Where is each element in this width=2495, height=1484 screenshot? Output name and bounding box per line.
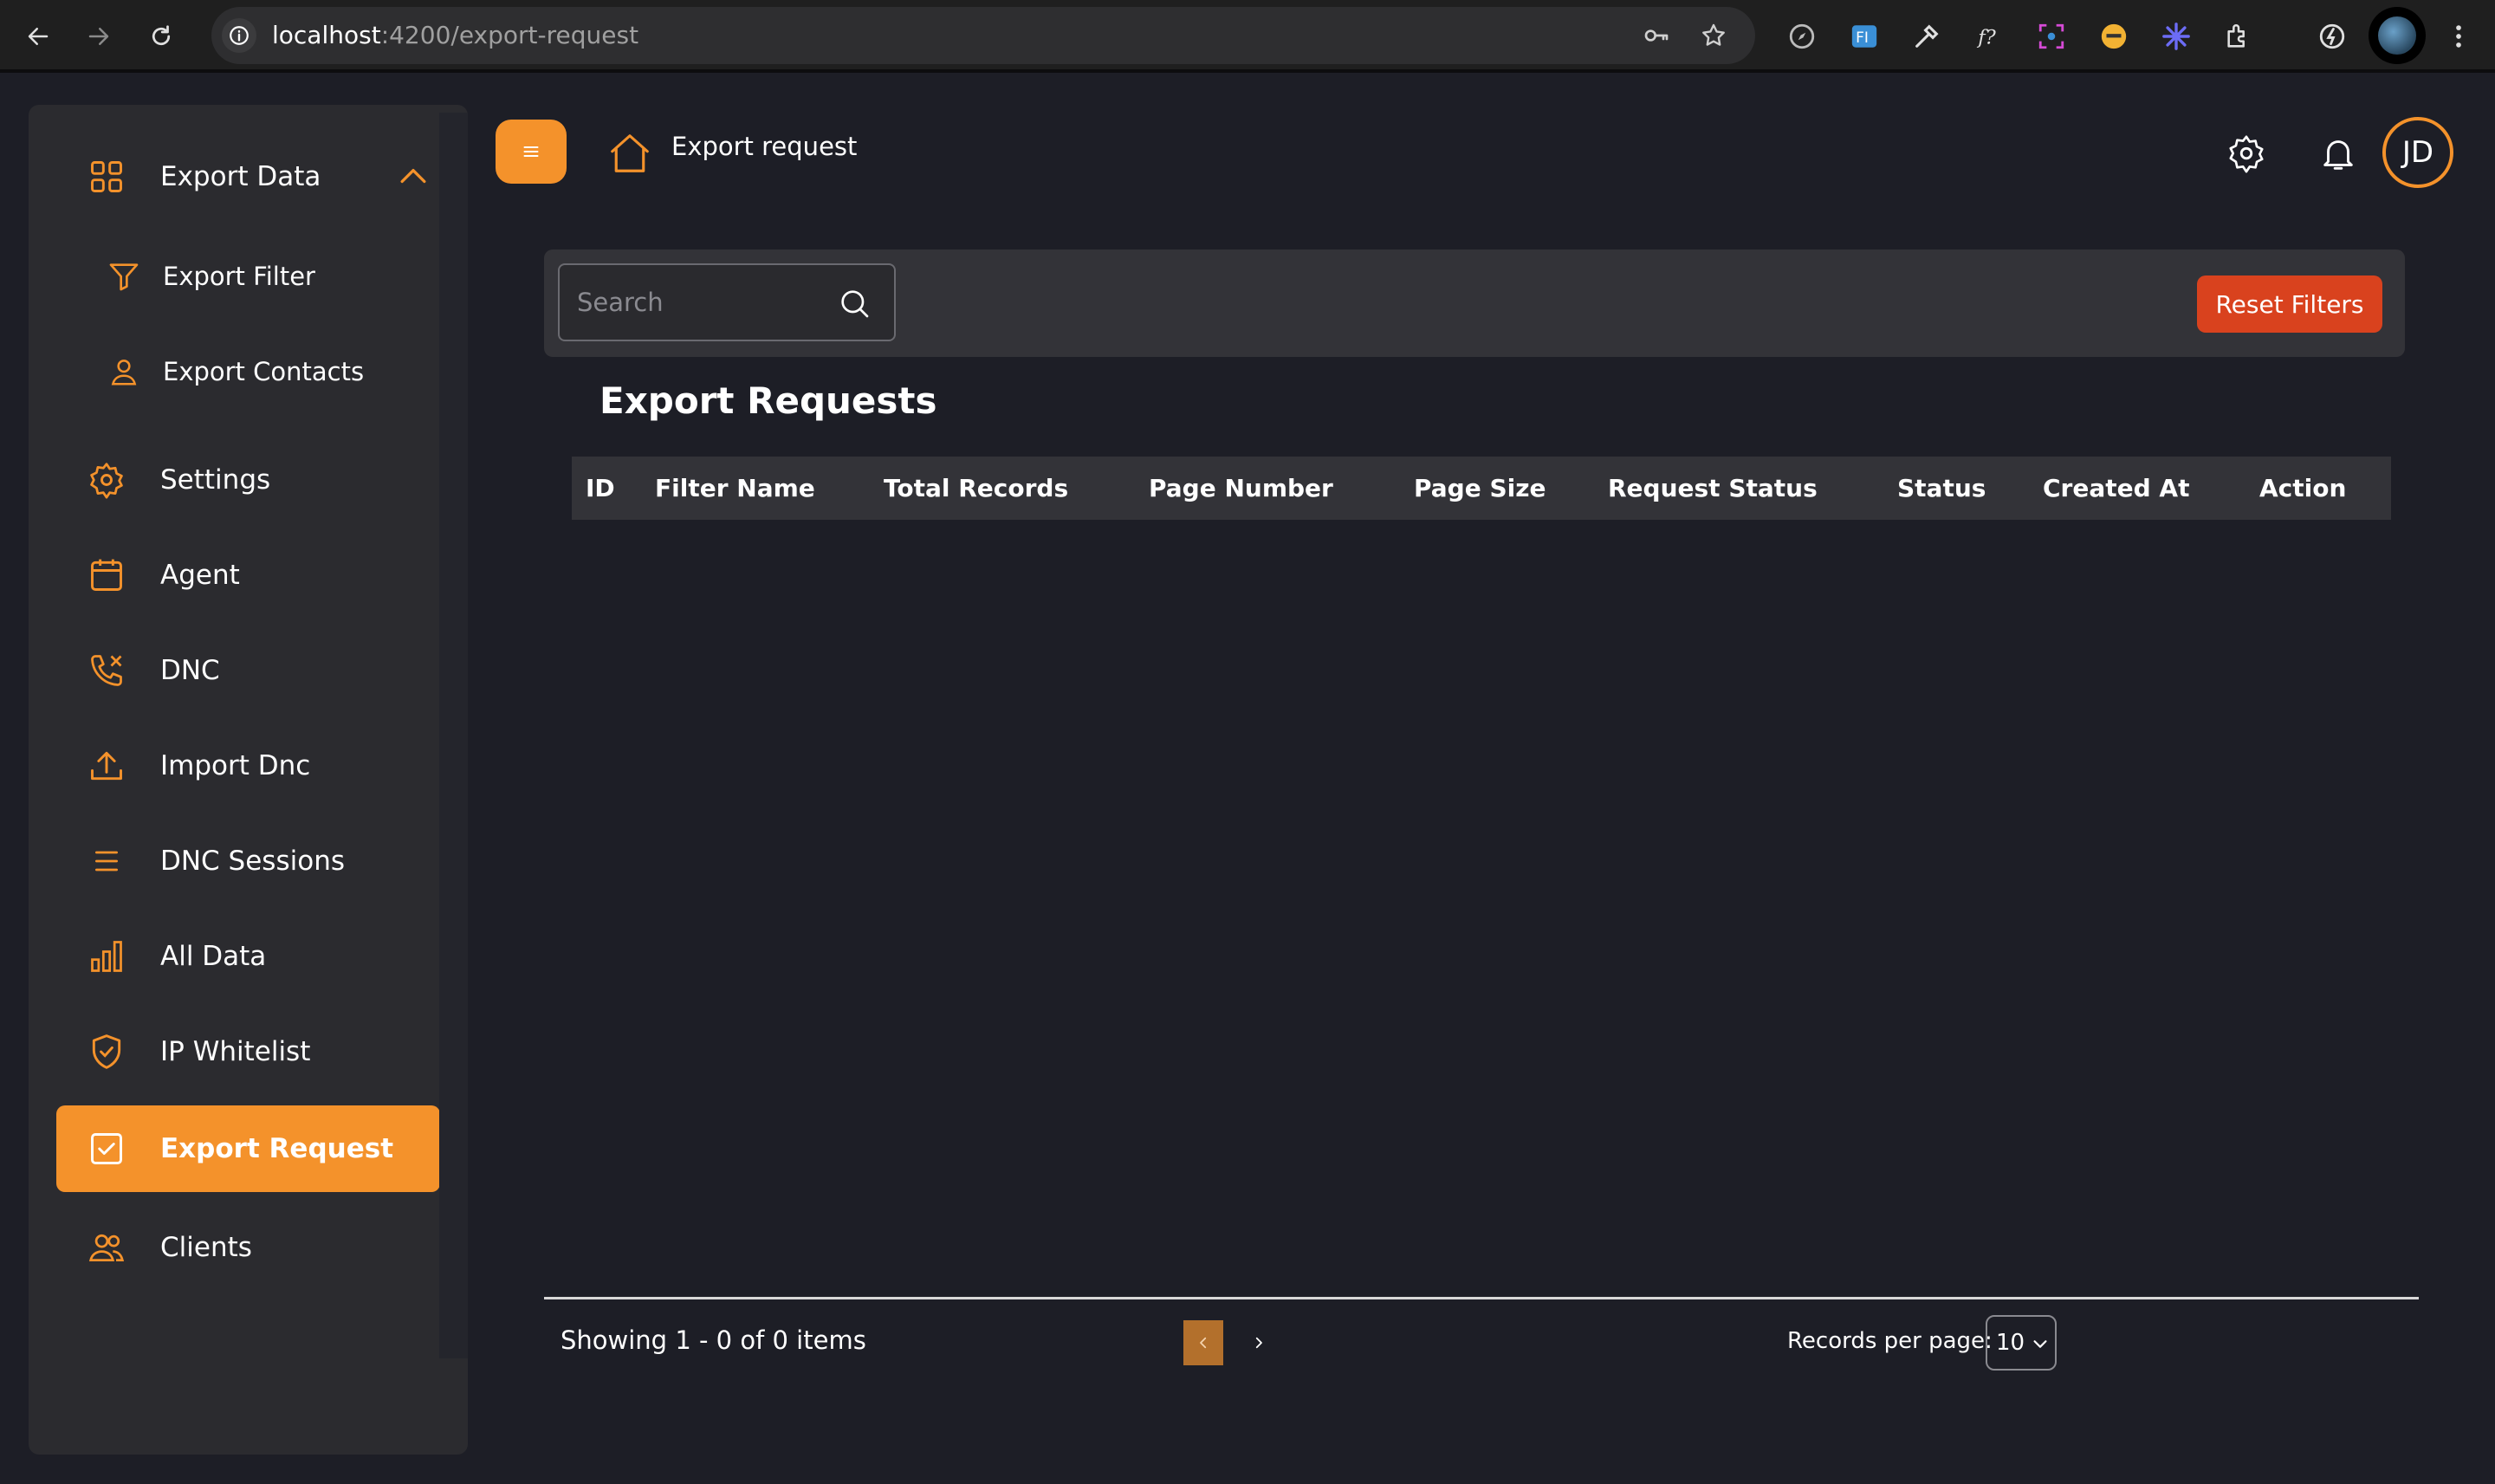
- back-icon[interactable]: [19, 17, 57, 55]
- column-header-id: ID: [586, 474, 615, 502]
- user-icon: [98, 346, 150, 398]
- sidebar-item-label: IP Whitelist: [160, 1036, 311, 1067]
- sidebar-item-dnc-sessions[interactable]: DNC Sessions: [29, 818, 468, 904]
- column-header-filter-name: Filter Name: [655, 474, 815, 502]
- list-icon: [81, 835, 133, 887]
- breadcrumb: Export request: [671, 132, 858, 161]
- sidebar-item-export-filter[interactable]: Export Filter: [29, 233, 468, 320]
- filter-icon: [98, 250, 150, 302]
- svg-text:f?: f?: [1976, 27, 1996, 49]
- filter-bar: Reset Filters: [544, 249, 2405, 357]
- sparkle-extension-icon[interactable]: [2159, 19, 2194, 54]
- search-input[interactable]: [560, 265, 837, 340]
- browser-menu-icon[interactable]: [2441, 19, 2476, 54]
- next-page-button[interactable]: [1239, 1320, 1279, 1365]
- sidebar-item-export-data[interactable]: Export Data: [29, 133, 468, 220]
- sidebar-item-settings[interactable]: Settings: [29, 437, 468, 523]
- speed-extension-icon[interactable]: [2315, 19, 2349, 54]
- sidebar-item-agent[interactable]: Agent: [29, 532, 468, 619]
- column-header-page-size: Page Size: [1414, 474, 1546, 502]
- sidebar-item-label: DNC Sessions: [160, 846, 345, 877]
- shield-icon: [81, 1026, 133, 1078]
- screenshot-extension-icon[interactable]: [2034, 19, 2069, 54]
- browser-toolbar: localhost:4200/export-request FI f?: [0, 0, 2495, 73]
- menu-toggle-button[interactable]: [496, 120, 567, 184]
- page-title: Export Requests: [599, 379, 937, 422]
- bar-chart-icon: [81, 930, 133, 982]
- search-field[interactable]: [558, 263, 896, 341]
- sidebar-item-label: Agent: [160, 560, 240, 591]
- sidebar-item-export-request[interactable]: Export Request: [56, 1105, 440, 1192]
- sidebar-item-dnc[interactable]: DNC: [29, 627, 468, 714]
- column-header-page-number: Page Number: [1149, 474, 1333, 502]
- chevron-right-icon: [1255, 1337, 1262, 1349]
- home-icon[interactable]: [606, 130, 653, 177]
- settings-gear-icon[interactable]: [2225, 132, 2268, 175]
- chevron-left-icon: [1200, 1337, 1207, 1349]
- previous-page-button[interactable]: [1183, 1320, 1223, 1365]
- star-icon[interactable]: [1700, 22, 1727, 49]
- column-header-created-at: Created At: [2043, 474, 2190, 502]
- table-footer-divider: [544, 1297, 2419, 1299]
- sidebar-item-label: Export Filter: [163, 262, 315, 291]
- browser-profile-avatar[interactable]: [2369, 7, 2426, 64]
- url-host: localhost: [272, 21, 381, 49]
- phone-off-icon: [81, 645, 133, 697]
- sidebar-item-label: Export Request: [160, 1133, 394, 1164]
- reload-icon[interactable]: [142, 17, 180, 55]
- url-text: localhost:4200/export-request: [272, 7, 638, 64]
- site-info-icon[interactable]: [222, 18, 256, 53]
- sidebar-item-label: All Data: [160, 941, 267, 972]
- checkbox-icon: [81, 1123, 133, 1175]
- avatar[interactable]: JD: [2382, 117, 2453, 188]
- url-path: :4200/export-request: [380, 21, 639, 49]
- reset-filters-button[interactable]: Reset Filters: [2197, 275, 2382, 333]
- calendar-icon: [81, 549, 133, 601]
- table-header: ID Filter Name Total Records Page Number…: [572, 457, 2391, 520]
- sidebar-item-label: Clients: [160, 1232, 252, 1263]
- upload-icon: [81, 740, 133, 792]
- column-header-status: Status: [1897, 474, 1986, 502]
- sidebar-item-all-data[interactable]: All Data: [29, 913, 468, 1000]
- users-icon: [81, 1222, 133, 1273]
- column-header-total-records: Total Records: [884, 474, 1069, 502]
- fi-extension-icon[interactable]: FI: [1847, 19, 1882, 54]
- sidebar: Export Data Export Filter Export Contact…: [29, 105, 468, 1455]
- eyedropper-extension-icon[interactable]: [1909, 19, 1944, 54]
- records-per-page-select[interactable]: 10: [1986, 1315, 2057, 1371]
- address-bar[interactable]: localhost:4200/export-request: [211, 7, 1755, 64]
- chevron-down-icon: [2033, 1340, 2047, 1348]
- sidebar-gutter: [439, 113, 468, 1358]
- pagination-summary: Showing 1 - 0 of 0 items: [561, 1325, 866, 1355]
- sidebar-item-label: DNC: [160, 655, 220, 686]
- grid-icon: [81, 151, 133, 203]
- forward-icon[interactable]: [80, 17, 118, 55]
- sidebar-item-clients[interactable]: Clients: [29, 1204, 468, 1291]
- sidebar-item-ip-whitelist[interactable]: IP Whitelist: [29, 1008, 468, 1095]
- records-per-page-value: 10: [1996, 1330, 2025, 1356]
- hamburger-icon: [523, 146, 539, 157]
- records-per-page-label: Records per page:: [1787, 1328, 1993, 1354]
- compass-extension-icon[interactable]: [1785, 19, 1819, 54]
- sidebar-item-label: Settings: [160, 464, 271, 496]
- column-header-request-status: Request Status: [1608, 474, 1818, 502]
- gear-icon: [81, 454, 133, 506]
- sidebar-item-import-dnc[interactable]: Import Dnc: [29, 723, 468, 809]
- sidebar-item-label: Export Data: [160, 161, 321, 192]
- search-icon[interactable]: [837, 286, 872, 321]
- sidebar-item-export-contacts[interactable]: Export Contacts: [29, 328, 468, 415]
- svg-text:FI: FI: [1856, 29, 1869, 47]
- emoji-extension-icon[interactable]: [2096, 19, 2131, 54]
- key-icon[interactable]: [1643, 22, 1670, 49]
- column-header-action: Action: [2259, 474, 2347, 502]
- sidebar-item-label: Import Dnc: [160, 750, 311, 781]
- bell-icon[interactable]: [2317, 132, 2360, 175]
- font-extension-icon[interactable]: f?: [1972, 19, 2006, 54]
- puzzle-extension-icon[interactable]: [2221, 19, 2256, 54]
- chevron-up-icon[interactable]: [394, 158, 432, 196]
- sidebar-item-label: Export Contacts: [163, 357, 365, 386]
